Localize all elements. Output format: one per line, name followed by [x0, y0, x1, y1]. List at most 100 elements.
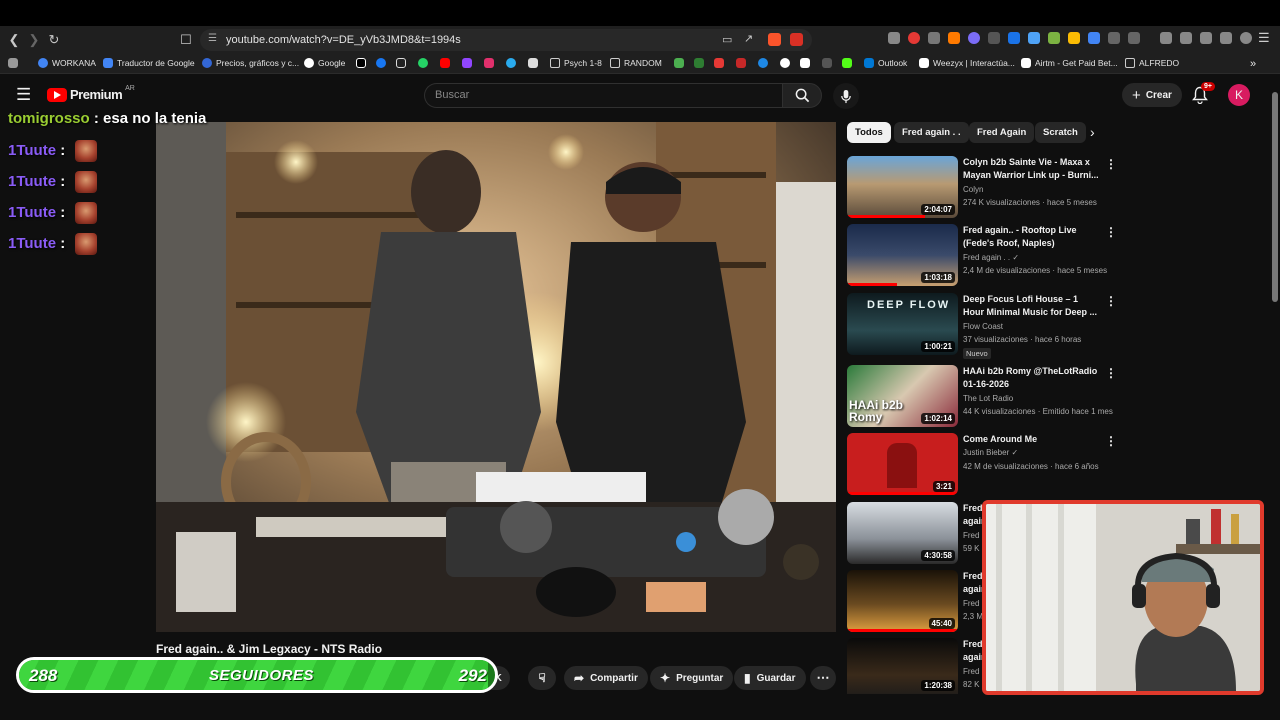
bookmark-site[interactable]: [758, 58, 768, 68]
bookmark-site[interactable]: [674, 58, 684, 68]
notifications-button[interactable]: 9+: [1192, 82, 1215, 109]
bookmark-site[interactable]: [694, 58, 704, 68]
thumbnail[interactable]: 1:20:38: [847, 638, 958, 694]
extension-icon[interactable]: [1008, 32, 1020, 44]
extension-icon[interactable]: [1128, 32, 1140, 44]
bookmark-site[interactable]: [780, 58, 790, 68]
extension-pinterest-icon[interactable]: [908, 32, 920, 44]
forward-icon[interactable]: ❯: [24, 30, 44, 50]
bookmark-workana[interactable]: WORKANA: [38, 58, 96, 68]
recommendation-item[interactable]: HAAi b2b Romy 1:02:14 HAAi b2b Romy @The…: [847, 365, 1117, 429]
dislike-button[interactable]: ☟: [528, 666, 556, 690]
recommendation-title[interactable]: Fred again.. - Rooftop Live (Fede's Roof…: [963, 224, 1099, 250]
thumbnail[interactable]: 45:40: [847, 570, 958, 632]
extensions-puzzle-icon[interactable]: [1108, 32, 1120, 44]
reload-icon[interactable]: ↻: [44, 30, 64, 50]
bookmark-prices[interactable]: Precios, gráficos y c...: [202, 58, 299, 68]
bookmark-site[interactable]: [736, 58, 746, 68]
share-icon[interactable]: ↗: [744, 32, 753, 45]
bookmark-site[interactable]: [800, 58, 810, 68]
video-player[interactable]: [156, 122, 836, 632]
extension-icon[interactable]: [968, 32, 980, 44]
extension-icon[interactable]: [1028, 32, 1040, 44]
bookmark-site[interactable]: [528, 58, 538, 68]
bookmark-folder-psych[interactable]: Psych 1-8: [550, 58, 602, 68]
more-options-icon[interactable]: ⋮: [1105, 158, 1117, 170]
bookmark-site[interactable]: [822, 58, 832, 68]
bookmark-twitch[interactable]: [462, 58, 472, 68]
bookmark-star-icon[interactable]: ☐: [176, 30, 196, 50]
bookmark-folder-alfredo[interactable]: ALFREDO: [1125, 58, 1179, 68]
chip-fred-again[interactable]: Fred Again: [969, 122, 1035, 143]
site-info-icon[interactable]: ☰: [208, 33, 217, 44]
extension-glasses-icon[interactable]: [888, 32, 900, 44]
bookmark-tiktok[interactable]: [356, 58, 366, 68]
search-input[interactable]: Buscar: [424, 83, 782, 108]
extension-icon[interactable]: [928, 32, 940, 44]
ask-button[interactable]: ✦ Preguntar: [650, 666, 734, 690]
more-options-icon[interactable]: ⋮: [1105, 367, 1117, 379]
bookmark-whatsapp[interactable]: [418, 58, 428, 68]
share-button[interactable]: ➦ Compartir: [564, 666, 648, 690]
recommendation-title[interactable]: Deep Focus Lofi House – 1 Hour Minimal M…: [963, 293, 1099, 319]
rewards-icon[interactable]: [790, 33, 803, 46]
menu-icon[interactable]: ☰: [1258, 30, 1270, 46]
more-options-icon[interactable]: ⋮: [1105, 435, 1117, 447]
bookmark-site[interactable]: [842, 58, 852, 68]
recommendation-item[interactable]: DEEP FLOW 1:00:21 Deep Focus Lofi House …: [847, 293, 1117, 359]
voice-search-button[interactable]: [833, 83, 859, 109]
more-actions-button[interactable]: ⋯: [810, 666, 836, 690]
extension-play-icon[interactable]: [1068, 32, 1080, 44]
chip-fred-again-dots[interactable]: Fred again . .: [894, 122, 969, 143]
bookmark-x[interactable]: [396, 58, 406, 68]
thumbnail[interactable]: 1:03:18: [847, 224, 958, 286]
search-button[interactable]: [782, 83, 822, 108]
chips-next-icon[interactable]: ›: [1090, 124, 1095, 140]
extension-icon[interactable]: [988, 32, 1000, 44]
chip-scratch[interactable]: Scratch: [1035, 122, 1086, 143]
recommendation-channel[interactable]: Justin Bieber ✓: [963, 448, 1018, 457]
recommendation-item[interactable]: 1:03:18 Fred again.. - Rooftop Live (Fed…: [847, 224, 1117, 288]
recommendation-channel[interactable]: Fred: [963, 599, 979, 608]
bookmark-site[interactable]: [714, 58, 724, 68]
leo-ai-icon[interactable]: [1220, 32, 1232, 44]
bookmark-outlook[interactable]: Outlook: [864, 58, 907, 68]
bookmark-site[interactable]: [506, 58, 516, 68]
page-scrollbar[interactable]: [1272, 92, 1278, 302]
recommendation-item[interactable]: 2:04:07 Colyn b2b Sainte Vie - Maxa x Ma…: [847, 156, 1117, 220]
more-bookmarks-icon[interactable]: »: [1250, 58, 1256, 70]
chip-todos[interactable]: Todos: [847, 122, 891, 143]
thumbnail[interactable]: 2:04:07: [847, 156, 958, 218]
bookmark-youtube[interactable]: [440, 58, 450, 68]
bookmark-google[interactable]: Google: [304, 58, 345, 68]
extension-translate-icon[interactable]: [1088, 32, 1100, 44]
extension-icon[interactable]: [948, 32, 960, 44]
hamburger-menu-icon[interactable]: ☰: [16, 85, 31, 105]
recommendation-title[interactable]: Fred again.. Stre...: [963, 502, 983, 528]
recommendation-channel[interactable]: Fred: [963, 667, 979, 676]
sidebar-icon[interactable]: [1180, 32, 1192, 44]
avatar[interactable]: K: [1228, 84, 1250, 106]
media-controls-icon[interactable]: [1160, 32, 1172, 44]
bookmark-translate[interactable]: Traductor de Google: [103, 58, 195, 68]
recommendation-channel[interactable]: Fred again . . ✓: [963, 253, 1019, 262]
recommendation-title[interactable]: Colyn b2b Sainte Vie - Maxa x Mayan Warr…: [963, 156, 1099, 182]
recommendation-channel[interactable]: Flow Coast: [963, 322, 1003, 331]
wallet-icon[interactable]: [1200, 32, 1212, 44]
recommendation-channel[interactable]: Fred: [963, 531, 979, 540]
recommendation-title[interactable]: HAAi b2b Romy @TheLotRadio 01-16-2026: [963, 365, 1099, 391]
create-button[interactable]: + Crear: [1122, 83, 1182, 107]
thumbnail[interactable]: 3:21: [847, 433, 958, 495]
recommendation-title[interactable]: Fred again.. VOL...: [963, 638, 983, 664]
recommendation-item[interactable]: 3:21 Come Around Me Justin Bieber ✓ 42 M…: [847, 433, 1117, 497]
recommendation-channel[interactable]: The Lot Radio: [963, 394, 1013, 403]
bookmark-folder-random[interactable]: RANDOM: [610, 58, 662, 68]
back-icon[interactable]: ❮: [4, 30, 24, 50]
recommendation-title[interactable]: Fred again.. (Lo...: [963, 570, 983, 596]
recommendation-channel[interactable]: Colyn: [963, 185, 983, 194]
bookmark-instagram[interactable]: [484, 58, 494, 68]
recommendation-title[interactable]: Come Around Me: [963, 433, 1099, 446]
bookmark-weezyx[interactable]: Weezyx | Interactúa...: [919, 58, 1015, 68]
cast-icon[interactable]: ▭: [722, 33, 732, 46]
thumbnail[interactable]: DEEP FLOW 1:00:21: [847, 293, 958, 355]
